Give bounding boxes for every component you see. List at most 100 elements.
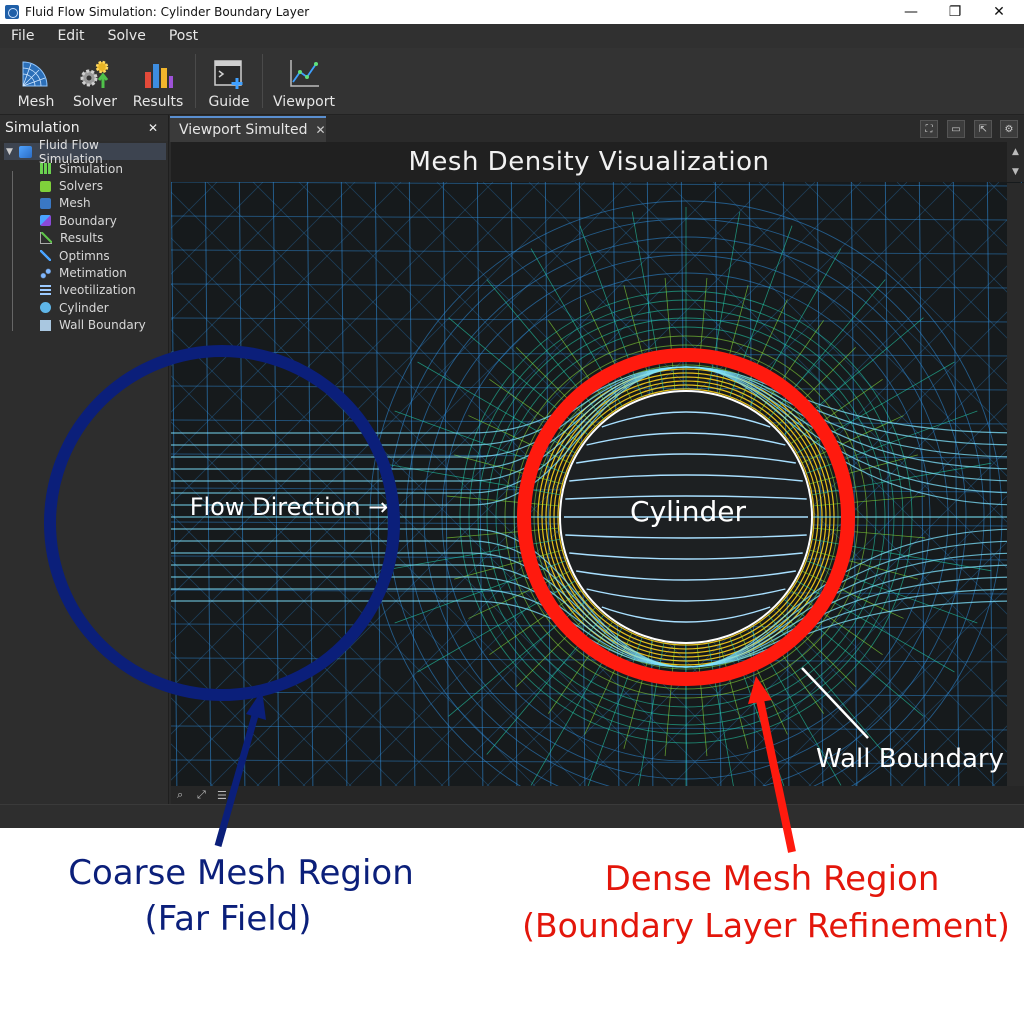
mesh-edge xyxy=(171,467,506,802)
tree-item-results[interactable]: Results xyxy=(0,230,168,247)
viewport-tab-bar: Viewport Simulted ✕ ⛶ ▭ ⇱ ⚙ xyxy=(170,116,1024,142)
mesh-edge xyxy=(171,181,1024,187)
mesh-edge xyxy=(171,513,460,802)
mesh-edge xyxy=(986,142,994,802)
minimize-button[interactable]: — xyxy=(888,0,934,24)
zoom-icon[interactable]: ⌕ xyxy=(177,788,191,802)
mesh-button[interactable]: Mesh xyxy=(12,52,60,110)
tree-item-solvers[interactable]: Solvers xyxy=(0,177,168,194)
tree-item-label: Simulation xyxy=(59,161,123,176)
toolbar-separator xyxy=(262,54,263,108)
solver-gears-icon xyxy=(80,60,109,88)
menu-edit[interactable]: Edit xyxy=(46,28,96,44)
simulation-tree: ▼ Fluid Flow Simulation Simulation Solve… xyxy=(0,138,168,334)
tab-viewport[interactable]: Viewport Simulted ✕ xyxy=(170,116,326,142)
mesh-edge xyxy=(729,637,791,802)
results-chart-icon xyxy=(145,64,173,88)
tree-root-item[interactable]: ▼ Fluid Flow Simulation xyxy=(4,138,166,166)
gear-icon[interactable]: ⚙ xyxy=(1000,120,1018,138)
title-scroll-arrows[interactable]: ▲ ▼ xyxy=(1007,142,1024,182)
tree-item-label: Boundary xyxy=(59,213,117,228)
mesh-icon xyxy=(22,61,48,87)
app-icon xyxy=(5,5,19,19)
tree-item-iveotilization[interactable]: Iveotilization xyxy=(0,282,168,299)
toolbar: Mesh Solver Results Guide Viewport xyxy=(0,48,1024,115)
mesh-edge xyxy=(749,627,842,786)
chevron-down-icon[interactable]: ▼ xyxy=(1012,167,1019,177)
tree-item-label: Mesh xyxy=(59,196,91,211)
fit-view-icon[interactable]: ⛶ xyxy=(920,120,938,138)
viewport-button[interactable]: Viewport xyxy=(272,52,336,110)
mesh-edge xyxy=(664,644,676,757)
results-button[interactable]: Results xyxy=(130,52,186,110)
mesh-edge xyxy=(171,215,1024,221)
wall-icon xyxy=(40,319,51,331)
results-label: Results xyxy=(132,94,184,110)
line-chart-icon xyxy=(40,232,52,245)
close-button[interactable]: ✕ xyxy=(976,0,1022,24)
viewport-bottom-tools: ⌕ ⤢ ☰ xyxy=(171,786,1024,804)
tree-item-label: Cylinder xyxy=(59,300,109,315)
tree-item-simulation[interactable]: Simulation xyxy=(0,160,168,177)
boundary-icon xyxy=(40,215,51,227)
toolbar-separator xyxy=(195,54,196,108)
viewport-scrollbar[interactable] xyxy=(1007,183,1024,803)
mesh-edge xyxy=(813,495,926,507)
solver-label: Solver xyxy=(73,94,117,110)
tree-item-label: Iveotilization xyxy=(59,283,136,298)
menu-post[interactable]: Post xyxy=(158,28,210,44)
mesh-edge xyxy=(171,181,356,367)
viewport-graph-icon xyxy=(290,60,319,87)
folder-icon[interactable]: ▭ xyxy=(947,120,965,138)
list-icon[interactable]: ☰ xyxy=(217,789,231,802)
solver-icon xyxy=(40,180,51,192)
mesh-edge xyxy=(776,347,856,427)
mesh-edge xyxy=(171,651,322,802)
maximize-button[interactable]: ❐ xyxy=(932,0,978,24)
panel-close-icon[interactable]: ✕ xyxy=(148,121,158,135)
tree-item-cylinder[interactable]: Cylinder xyxy=(0,299,168,316)
tree-item-wall-boundary[interactable]: Wall Boundary xyxy=(0,317,168,334)
estimation-icon xyxy=(40,267,51,279)
title-bar: Fluid Flow Simulation: Cylinder Boundary… xyxy=(0,0,1024,24)
layers-icon xyxy=(40,284,51,296)
tab-close-icon[interactable]: ✕ xyxy=(316,123,326,137)
dense-region-subtitle: (Boundary Layer Refinement) xyxy=(522,906,1010,945)
export-icon[interactable]: ⇱ xyxy=(974,120,992,138)
mesh-edge xyxy=(171,743,230,802)
solver-button[interactable]: Solver xyxy=(72,52,118,110)
dense-region-title: Dense Mesh Region xyxy=(605,859,940,899)
mesh-edge xyxy=(171,181,448,459)
tree-item-boundary[interactable]: Boundary xyxy=(0,212,168,229)
guide-label: Guide xyxy=(208,94,250,110)
mesh-viewport[interactable]: Mesh Density Visualization ▲ ▼ xyxy=(171,142,1024,802)
menu-solve[interactable]: Solve xyxy=(97,28,158,44)
chevron-up-icon[interactable]: ▲ xyxy=(1012,147,1019,157)
mesh-canvas xyxy=(171,142,1024,802)
project-icon xyxy=(18,145,32,158)
status-bar xyxy=(0,804,1024,828)
mesh-edge xyxy=(238,142,246,802)
mesh-edge xyxy=(171,375,598,802)
tree-item-label: Solvers xyxy=(59,179,103,194)
mesh-label: Mesh xyxy=(17,94,55,110)
chevron-down-icon[interactable]: ▼ xyxy=(6,147,13,157)
tree-item-metimation[interactable]: Metimation xyxy=(0,264,168,281)
tree-item-mesh[interactable]: Mesh xyxy=(0,195,168,212)
menu-bar: File Edit Solve Post xyxy=(0,24,1024,48)
expand-icon[interactable]: ⤢ xyxy=(197,788,211,802)
mesh-edge xyxy=(171,605,368,802)
mesh-edge xyxy=(171,181,264,275)
window-title: Fluid Flow Simulation: Cylinder Boundary… xyxy=(25,5,310,19)
mesh-edge xyxy=(171,789,184,802)
viewport-label: Viewport xyxy=(273,94,335,110)
tree-item-label: Metimation xyxy=(59,266,127,281)
mesh-edge xyxy=(749,248,842,407)
tree-item-optimns[interactable]: Optimns xyxy=(0,247,168,264)
guide-terminal-icon xyxy=(214,60,243,89)
mesh-edge xyxy=(272,142,280,802)
tab-label: Viewport Simulted xyxy=(179,122,308,138)
menu-file[interactable]: File xyxy=(0,28,46,44)
mesh-edge xyxy=(530,248,623,407)
guide-button[interactable]: Guide xyxy=(206,52,252,110)
